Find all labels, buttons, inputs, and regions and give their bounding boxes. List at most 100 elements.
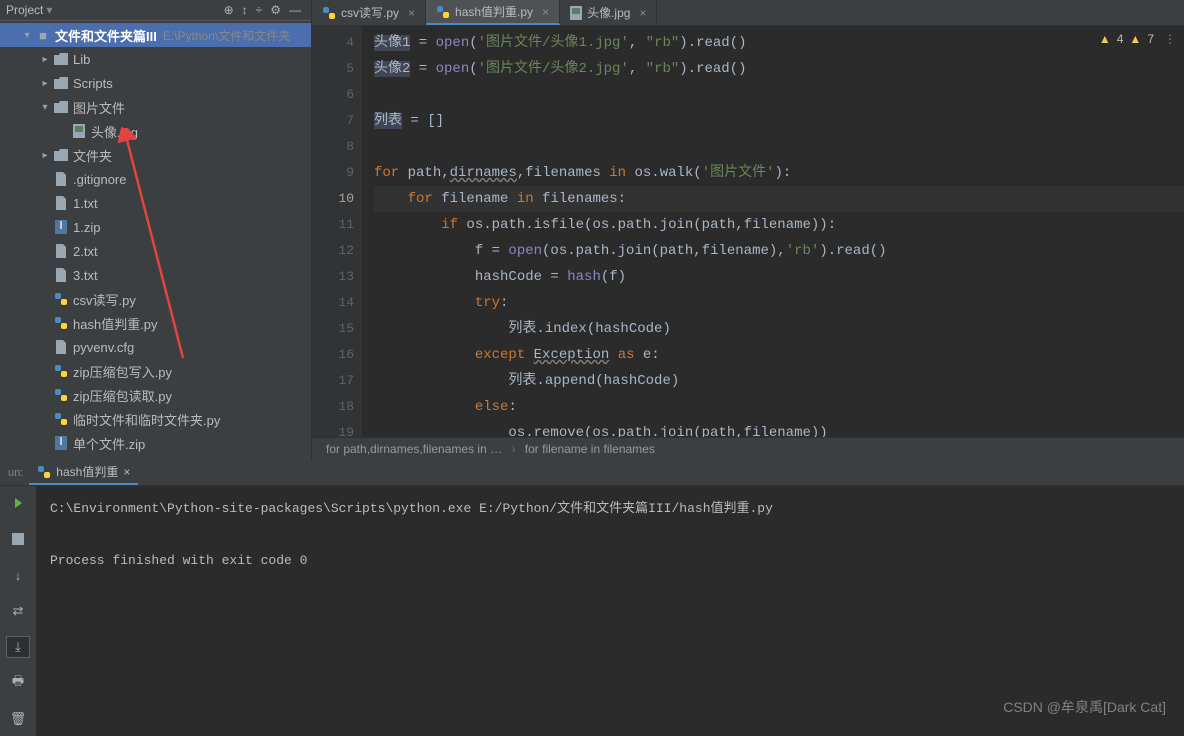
line-gutter[interactable]: 4567891011121314151617181920 <box>312 26 362 437</box>
tree-arrow[interactable]: ▸ <box>38 150 52 161</box>
tree-item[interactable]: ▸ Scripts <box>0 71 311 95</box>
tree-item-label: .gitignore <box>73 172 126 187</box>
close-icon[interactable]: × <box>542 5 549 19</box>
tree-root[interactable]: ▾ ■ 文件和文件夹篇III E:\Python\文件和文件夹 <box>0 23 311 47</box>
tree-item-label: 3.txt <box>73 268 98 283</box>
down-button[interactable]: ↓ <box>6 564 30 586</box>
tree-item-label: Scripts <box>73 76 113 91</box>
file-icon <box>52 172 70 186</box>
root-label: 文件和文件夹篇III <box>55 26 157 45</box>
tab-label: 头像.jpg <box>587 4 630 21</box>
tree-item[interactable]: 1.txt <box>0 191 311 215</box>
python-icon <box>37 465 51 479</box>
tree-item[interactable]: ▾ 图片文件 <box>0 95 311 119</box>
tree-arrow[interactable]: ▸ <box>38 54 52 65</box>
tree-item[interactable]: .gitignore <box>0 167 311 191</box>
tree-arrow[interactable]: ▸ <box>38 78 52 89</box>
tree-item-label: 单个文件.zip <box>73 434 145 453</box>
tree-item-label: csv读写.py <box>73 290 136 309</box>
editor-tab[interactable]: hash值判重.py× <box>426 0 560 25</box>
editor-area: csv读写.py×hash值判重.py×头像.jpg× ▲4 ▲7 ⋮ 4567… <box>312 0 1184 460</box>
tree-item[interactable]: 1.zip <box>0 215 311 239</box>
editor-tabs: csv读写.py×hash值判重.py×头像.jpg× <box>312 0 1184 26</box>
chevron-down-icon[interactable]: ▾ <box>20 30 34 41</box>
tree-item[interactable]: 2.txt <box>0 239 311 263</box>
image-icon <box>570 6 582 20</box>
archive-icon <box>52 220 70 234</box>
editor-body[interactable]: ▲4 ▲7 ⋮ 4567891011121314151617181920 头像1… <box>312 26 1184 437</box>
tree-item[interactable]: 头像.jpg <box>0 119 311 143</box>
run-tab-label: hash值判重 <box>56 463 118 480</box>
project-tree[interactable]: ▾ ■ 文件和文件夹篇III E:\Python\文件和文件夹 ▸ Lib ▸ Scr… <box>0 21 311 460</box>
tree-item[interactable]: 临时文件和临时文件夹.py <box>0 407 311 431</box>
tree-item[interactable]: hash值判重.py <box>0 311 311 335</box>
tree-item[interactable]: zip压缩包写入.py <box>0 359 311 383</box>
soft-wrap-button[interactable]: ⇄ <box>6 600 30 622</box>
editor-tab[interactable]: csv读写.py × <box>312 0 426 25</box>
tab-label: csv读写.py <box>341 4 399 21</box>
tree-item[interactable]: 3.txt <box>0 263 311 287</box>
breadcrumb-item[interactable]: for filename in filenames <box>525 442 655 456</box>
code-content[interactable]: 头像1 = open('图片文件/头像1.jpg', "rb").read()头… <box>362 26 1184 437</box>
folder-icon: ■ <box>34 28 52 43</box>
tree-item-label: 2.txt <box>73 244 98 259</box>
console-result: Process finished with exit code 0 <box>50 553 307 568</box>
archive-icon <box>52 436 70 450</box>
tree-item-label: pyvenv.cfg <box>73 340 134 355</box>
project-sidebar: Project ▾ ⊕ ↕ ÷ ⚙ — ▾ ■ 文件和文件夹篇III E:\Py… <box>0 0 312 460</box>
collapse-icon[interactable]: ÷ <box>256 3 263 17</box>
watermark: CSDN @牟泉禹[Dark Cat] <box>1003 697 1166 717</box>
tree-item[interactable]: 单个文件.zip <box>0 431 311 455</box>
tree-item[interactable]: csv读写.py <box>0 287 311 311</box>
close-icon[interactable]: × <box>639 6 646 20</box>
python-icon <box>436 5 450 19</box>
sidebar-header: Project ▾ ⊕ ↕ ÷ ⚙ — <box>0 0 311 21</box>
run-label: un: <box>8 467 23 479</box>
tree-item-label: 临时文件和临时文件夹.py <box>73 410 220 429</box>
hide-icon[interactable]: — <box>289 3 301 17</box>
run-toolbar: ↓ ⇄ ⤓ 🖶 🗑 <box>0 486 36 736</box>
tree-item-label: Lib <box>73 52 90 67</box>
run-panel: un: hash值判重 × ↓ ⇄ ⤓ 🖶 🗑 C:\Environment\P… <box>0 460 1184 727</box>
tree-item[interactable]: ▸ Lib <box>0 47 311 71</box>
locate-icon[interactable]: ⊕ <box>224 3 234 17</box>
tree-item[interactable]: zip压缩包读取.py <box>0 383 311 407</box>
python-icon <box>52 316 70 330</box>
tree-item-label: 图片文件 <box>73 98 125 117</box>
image-icon <box>70 124 88 138</box>
print-button[interactable]: 🖶 <box>6 672 30 694</box>
breadcrumb-item[interactable]: for path,dirnames,filenames in … <box>326 442 502 456</box>
tree-arrow[interactable]: ▾ <box>38 102 52 113</box>
python-icon <box>322 6 336 20</box>
run-header: un: hash值判重 × <box>0 460 1184 486</box>
tree-item-label: hash值判重.py <box>73 314 158 333</box>
root-path: E:\Python\文件和文件夹 <box>163 27 290 44</box>
tree-item-label: zip压缩包写入.py <box>73 362 172 381</box>
python-icon <box>52 388 70 402</box>
run-tab[interactable]: hash值判重 × <box>29 460 138 485</box>
scroll-to-end-button[interactable]: ⤓ <box>6 636 30 658</box>
close-icon[interactable]: × <box>408 6 415 20</box>
folder-icon <box>52 149 70 161</box>
rerun-button[interactable] <box>6 492 30 514</box>
editor-tab[interactable]: 头像.jpg × <box>560 0 657 25</box>
tree-item[interactable]: pyvenv.cfg <box>0 335 311 359</box>
file-icon <box>52 268 70 282</box>
close-icon[interactable]: × <box>123 465 130 479</box>
tree-item-label: 1.txt <box>73 196 98 211</box>
settings-icon[interactable]: ⚙ <box>270 3 281 17</box>
tree-item-label: 头像.jpg <box>91 122 138 141</box>
folder-icon <box>52 101 70 113</box>
breadcrumb[interactable]: for path,dirnames,filenames in … › for f… <box>312 437 1184 460</box>
chevron-right-icon: › <box>511 442 515 456</box>
file-icon <box>52 244 70 258</box>
tree-item[interactable]: ▸ 文件夹 <box>0 143 311 167</box>
console-command: C:\Environment\Python-site-packages\Scri… <box>50 501 773 516</box>
folder-icon <box>52 77 70 89</box>
python-icon <box>52 292 70 306</box>
folder-icon <box>52 53 70 65</box>
tree-item-label: 文件夹 <box>73 146 112 165</box>
expand-icon[interactable]: ↕ <box>242 3 248 17</box>
file-icon <box>52 340 70 354</box>
stop-button[interactable] <box>6 528 30 550</box>
